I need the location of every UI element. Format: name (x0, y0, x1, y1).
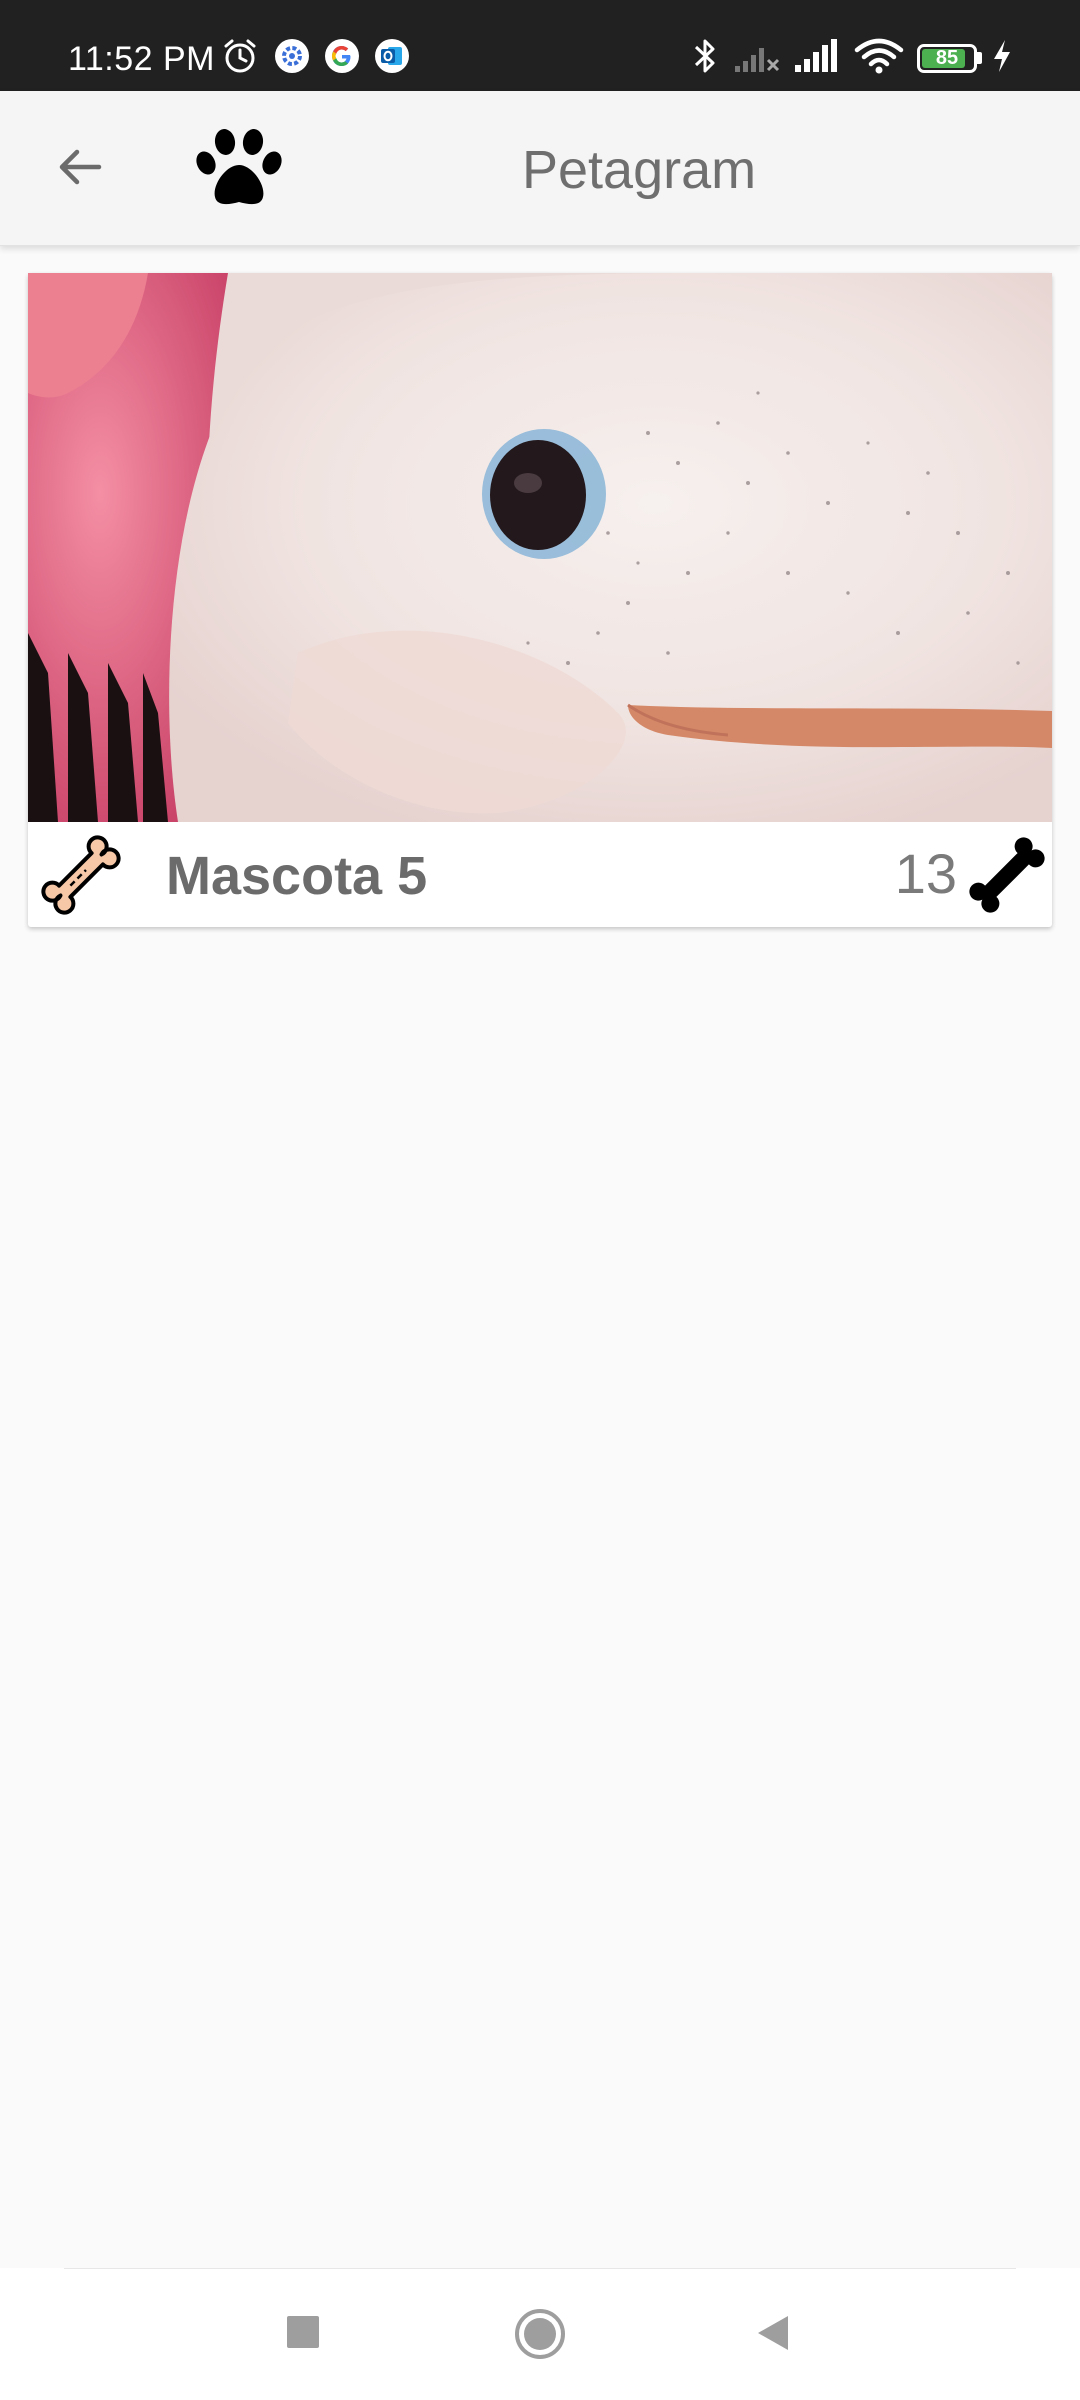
outlook-icon (375, 39, 409, 73)
status-bar: 11:52 PM 85 (0, 0, 1080, 91)
no-signal-icon (735, 48, 780, 72)
google-icon (325, 39, 359, 73)
back-triangle-icon[interactable] (752, 2308, 796, 2358)
wifi-icon (854, 38, 904, 74)
status-time: 11:52 PM (68, 40, 216, 78)
bone-filled-icon (969, 837, 1045, 913)
pet-card-footer: Mascota 5 13 (28, 822, 1052, 927)
bone-outline-icon[interactable] (36, 830, 126, 920)
nav-divider (64, 2268, 1016, 2269)
battery-tip (977, 52, 982, 64)
pet-card[interactable]: Mascota 5 13 (28, 273, 1052, 927)
app-title: Petagram (522, 140, 757, 200)
back-button[interactable] (40, 127, 120, 207)
pet-photo (28, 273, 1052, 822)
navigation-bar (0, 2268, 1080, 2400)
bluetooth-icon (694, 39, 715, 73)
signal-icon (795, 39, 837, 72)
app-bar: Petagram (0, 91, 1080, 246)
axolotl-photo (28, 273, 1052, 822)
recents-square-icon[interactable] (282, 2308, 326, 2358)
settings-notification-icon (275, 39, 309, 73)
paw-icon (196, 129, 282, 205)
charging-icon (994, 40, 1010, 72)
like-count: 13 (894, 842, 957, 905)
battery-icon: 85 (917, 44, 977, 73)
arrow-back-icon (59, 149, 102, 185)
battery-level: 85 (935, 47, 959, 69)
alarm-icon (224, 39, 256, 73)
home-circle-icon[interactable] (511, 2308, 569, 2360)
pet-name: Mascota 5 (166, 846, 428, 906)
